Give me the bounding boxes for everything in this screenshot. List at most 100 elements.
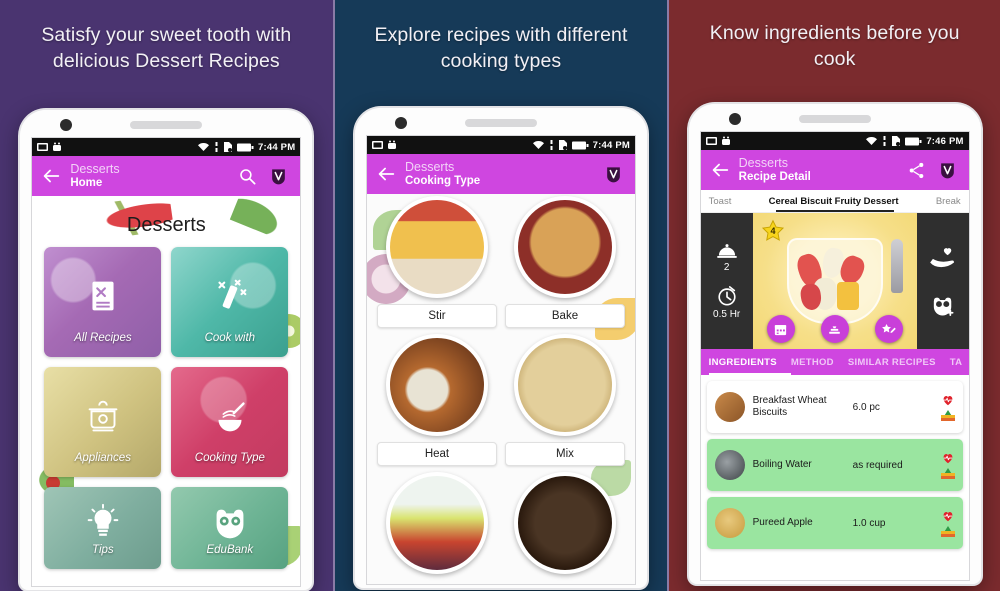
diet-pyramid-icon[interactable]	[940, 526, 955, 537]
app-logo-icon[interactable]	[938, 161, 957, 180]
cake-layers-icon	[829, 325, 840, 334]
rate-button[interactable]	[874, 315, 903, 343]
promo-panel-home: Satisfy your sweet tooth with delicious …	[0, 0, 333, 591]
recipe-prev-label[interactable]: Toast	[709, 196, 732, 207]
screen-name: Home	[70, 176, 103, 189]
back-arrow-icon[interactable]	[375, 163, 397, 185]
status-bar: 7:44 PM	[32, 138, 301, 156]
status-time: 7:44 PM	[592, 139, 630, 151]
wifi-icon	[532, 141, 544, 149]
wifi-icon	[866, 137, 878, 145]
cooking-type-item[interactable]	[505, 472, 625, 574]
plan-calendar-button[interactable]	[766, 315, 795, 343]
tab-method[interactable]: METHOD	[791, 357, 834, 368]
ingredient-row[interactable]: Boiling Water as required	[706, 439, 963, 491]
duration-meta: 0.5 Hr	[713, 285, 740, 320]
ingredient-name: Pureed Apple	[752, 517, 813, 529]
phone-screen-recipe-detail: 7:46 PM Desserts Recipe Detail Toast Cer…	[700, 132, 969, 580]
app-bar-home: Desserts Home	[32, 156, 301, 196]
serve-hand-icon[interactable]	[929, 246, 956, 268]
gallery-notification-icon	[37, 143, 49, 151]
rating-value: 4	[770, 226, 775, 236]
cooking-type-thumb	[513, 472, 616, 574]
category-grid: All Recipes Cook with Appliances Cooking…	[32, 247, 300, 569]
recipe-detail-content: Toast Cereal Biscuit Fruity Dessert Brea…	[700, 190, 969, 580]
timer-icon	[718, 286, 736, 306]
front-camera-icon	[728, 113, 741, 125]
panel-headline: Explore recipes with different cooking t…	[374, 24, 628, 72]
app-bar-recipe-detail: Desserts Recipe Detail	[700, 150, 969, 190]
add-owl-icon[interactable]	[930, 294, 956, 316]
phone-mockup-home: 7:44 PM Desserts Home Desserts All Recip…	[20, 110, 313, 590]
earpiece-speaker	[464, 119, 537, 127]
cooking-type-label: Mix	[504, 442, 625, 466]
cooking-type-item[interactable]	[377, 472, 497, 574]
sdcard-icon	[558, 140, 567, 150]
appliance-icon	[88, 400, 118, 432]
phone-bezel-top	[354, 108, 647, 136]
page-title: Desserts	[126, 214, 206, 236]
screen-name: Recipe Detail	[738, 170, 811, 183]
servings-meta: 2	[716, 242, 738, 273]
tile-label: EduBank	[206, 544, 254, 556]
phone-bezel-top	[20, 110, 313, 138]
android-notification-icon	[721, 136, 730, 145]
diet-pyramid-icon[interactable]	[940, 468, 955, 479]
recipe-action-buttons	[753, 315, 917, 343]
tab-ingredients[interactable]: INGREDIENTS	[709, 357, 777, 368]
cooking-type-item[interactable]: Stir	[376, 196, 497, 328]
health-heart-icon[interactable]	[941, 509, 955, 523]
sdcard-icon	[224, 142, 233, 152]
promo-screenshot-strip: Satisfy your sweet tooth with delicious …	[0, 0, 1000, 591]
magic-wand-icon	[218, 279, 247, 309]
promo-panel-recipe-detail: Know ingredients before you cook 7:46 PM…	[667, 0, 1000, 591]
recipe-pager-indicator	[775, 210, 894, 212]
android-notification-icon	[387, 140, 396, 149]
tile-tips[interactable]: Tips	[44, 487, 162, 569]
star-pencil-icon	[881, 323, 896, 333]
phone-screen-home: 7:44 PM Desserts Home Desserts All Recip…	[32, 138, 301, 586]
promo-panel-cooking-type: Explore recipes with different cooking t…	[332, 0, 668, 591]
cooking-type-item[interactable]: Bake	[504, 196, 625, 328]
serve-button[interactable]	[820, 315, 849, 343]
back-arrow-icon[interactable]	[40, 165, 62, 187]
back-arrow-icon[interactable]	[709, 159, 731, 181]
app-logo-icon[interactable]	[269, 167, 288, 186]
cooking-type-item[interactable]: Mix	[504, 334, 625, 466]
cooking-type-thumb	[513, 196, 616, 298]
recipe-next-label[interactable]: Break	[936, 196, 961, 207]
ingredient-thumb	[714, 392, 745, 422]
calendar-icon	[775, 324, 787, 335]
signal-icon	[550, 140, 553, 150]
ingredient-row[interactable]: Pureed Apple 1.0 cup	[706, 497, 963, 549]
health-heart-icon[interactable]	[941, 451, 955, 465]
tile-edubank[interactable]: EduBank	[171, 487, 289, 569]
tile-label: Cooking Type	[194, 452, 265, 464]
app-bar-cooking-type: Desserts Cooking Type	[366, 154, 635, 194]
search-icon[interactable]	[238, 167, 257, 186]
tab-similar-recipes[interactable]: SIMILAR RECIPES	[848, 357, 936, 368]
recipe-meta-left: 2 0.5 Hr	[700, 213, 753, 349]
diet-pyramid-icon[interactable]	[940, 410, 955, 421]
ingredient-list: Breakfast Wheat Biscuits 6.0 pc Boiling …	[701, 375, 969, 549]
tile-appliances[interactable]: Appliances	[44, 367, 162, 477]
tab-tags[interactable]: TA	[950, 357, 963, 368]
ingredient-row[interactable]: Breakfast Wheat Biscuits 6.0 pc	[706, 381, 963, 433]
active-tab-indicator	[708, 373, 791, 375]
cooking-type-item[interactable]: Heat	[376, 334, 497, 466]
owl-icon	[216, 509, 244, 539]
share-icon[interactable]	[907, 161, 926, 180]
status-bar: 7:44 PM	[366, 136, 635, 154]
earpiece-speaker	[130, 121, 203, 129]
app-logo-icon[interactable]	[604, 165, 623, 184]
phone-mockup-cooking-type: 7:44 PM Desserts Cooking Type Stir Bake …	[354, 108, 647, 588]
cooking-type-thumb	[385, 472, 488, 574]
lightbulb-icon	[87, 503, 119, 536]
health-heart-icon[interactable]	[941, 393, 955, 407]
tile-cook-with[interactable]: Cook with	[171, 247, 289, 357]
recipe-pager: Toast Cereal Biscuit Fruity Dessert Brea…	[700, 190, 969, 213]
signal-icon	[883, 136, 886, 146]
tile-all-recipes[interactable]: All Recipes	[44, 247, 162, 357]
whisk-bowl-icon	[218, 402, 245, 432]
tile-cooking-type[interactable]: Cooking Type	[171, 367, 289, 477]
